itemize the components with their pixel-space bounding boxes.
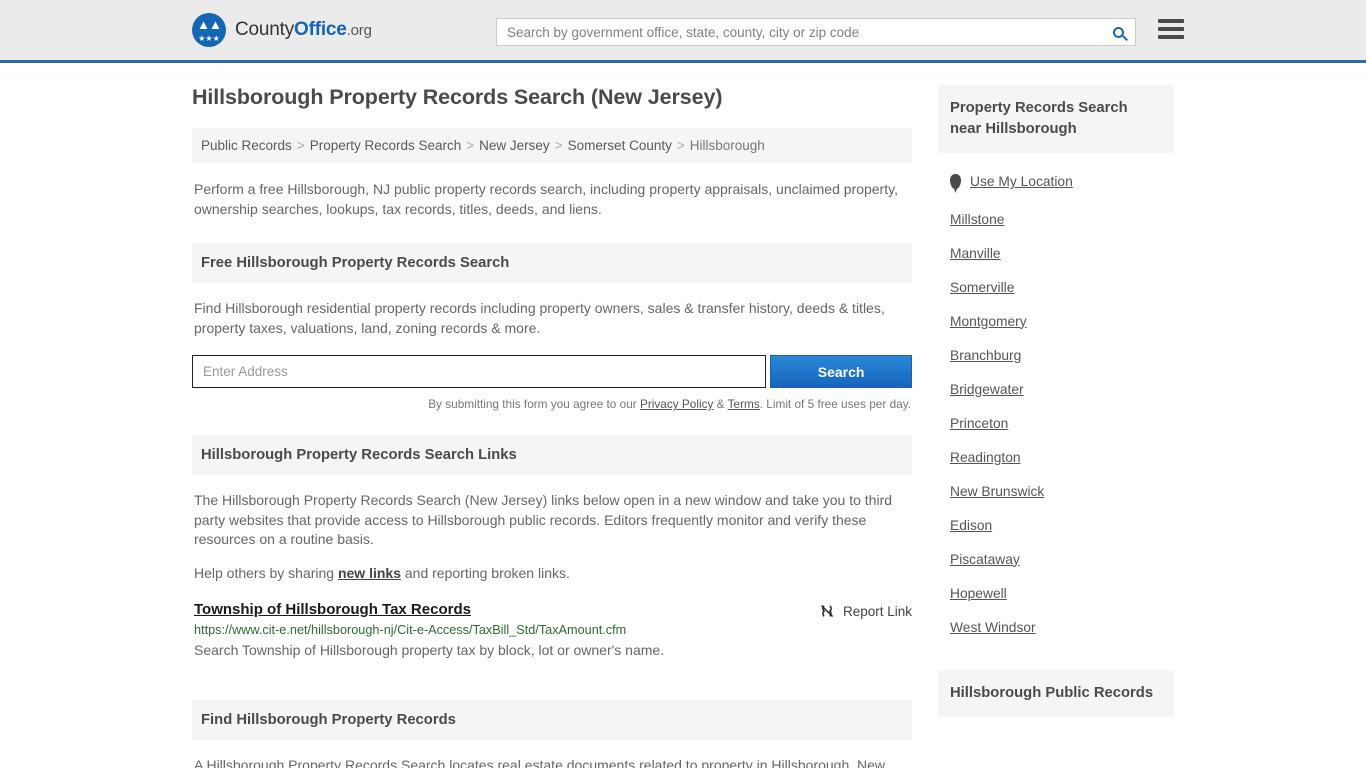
free-search-description: Find Hillsborough residential property r…	[194, 300, 885, 336]
find-records-heading: Find Hillsborough Property Records	[192, 700, 912, 740]
map-pin-icon	[950, 174, 961, 189]
sidebar: Property Records Search near Hillsboroug…	[938, 63, 1174, 768]
sidebar-item-hopewell[interactable]: Hopewell	[950, 576, 1162, 610]
sidebar-item-princeton[interactable]: Princeton	[950, 406, 1162, 440]
new-links-link[interactable]: new links	[338, 565, 401, 581]
address-search-button[interactable]: Search	[770, 355, 912, 388]
use-my-location-row[interactable]: Use My Location	[950, 174, 1162, 189]
page-body: Hillsborough Property Records Search (Ne…	[0, 63, 1366, 768]
sidebar-public-records-heading: Hillsborough Public Records	[938, 670, 1174, 717]
report-link-button[interactable]: Report Link	[819, 603, 912, 619]
breadcrumb-item-new-jersey[interactable]: New Jersey	[479, 138, 550, 153]
disclaimer-amp: &	[713, 397, 728, 411]
result-title-link[interactable]: Township of Hillsborough Tax Records	[194, 601, 471, 618]
result-description: Search Township of Hillsborough property…	[194, 642, 665, 658]
breadcrumb-separator: >	[676, 138, 685, 153]
hamburger-bar	[1158, 27, 1184, 31]
broken-link-icon	[819, 603, 835, 619]
terms-link[interactable]: Terms	[728, 397, 760, 411]
breadcrumb-item-property-records-search[interactable]: Property Records Search	[310, 138, 462, 153]
page-title: Hillsborough Property Records Search (Ne…	[192, 85, 723, 109]
breadcrumb-item-public-records[interactable]: Public Records	[201, 138, 292, 153]
sidebar-place-list: Use My Location Millstone Manville Somer…	[938, 174, 1174, 644]
logo-text: CountyOffice.org	[235, 19, 372, 41]
site-header: ▲▲ ★★★ CountyOffice.org	[0, 0, 1366, 63]
sidebar-item-readington[interactable]: Readington	[950, 440, 1162, 474]
breadcrumb-item-hillsborough: Hillsborough	[689, 138, 765, 153]
hamburger-bar	[1158, 19, 1184, 23]
search-links-heading: Hillsborough Property Records Search Lin…	[192, 435, 912, 475]
sidebar-nearby-heading: Property Records Search near Hillsboroug…	[938, 85, 1174, 153]
form-disclaimer: By submitting this form you agree to our…	[192, 397, 912, 411]
sidebar-item-edison[interactable]: Edison	[950, 508, 1162, 542]
search-icon	[1112, 26, 1124, 38]
eagle-seal-icon: ▲▲ ★★★	[192, 13, 226, 47]
disclaimer-post: . Limit of 5 free uses per day.	[759, 397, 911, 411]
hamburger-bar	[1158, 35, 1184, 39]
find-records-paragraph: A Hillsborough Property Records Search l…	[194, 757, 886, 768]
report-link-label: Report Link	[842, 603, 912, 619]
breadcrumb-item-somerset-county[interactable]: Somerset County	[568, 138, 672, 153]
breadcrumb: Public Records > Property Records Search > N…	[192, 128, 912, 163]
help-others-line: Help others by sharing new links and rep…	[192, 564, 912, 584]
result-url: https://www.cit-e.net/hillsborough-nj/Ci…	[194, 623, 627, 637]
breadcrumb-separator: >	[296, 138, 305, 153]
privacy-policy-link[interactable]: Privacy Policy	[640, 397, 713, 411]
sidebar-item-somerville[interactable]: Somerville	[950, 270, 1162, 304]
sidebar-item-millstone[interactable]: Millstone	[950, 202, 1162, 236]
search-input[interactable]	[497, 19, 1101, 45]
logo-text-part2: Office	[294, 19, 347, 40]
sidebar-item-new-brunswick[interactable]: New Brunswick	[950, 474, 1162, 508]
help-pre: Help others by sharing	[194, 564, 338, 581]
main-content: Hillsborough Property Records Search (Ne…	[192, 63, 912, 768]
search-links-paragraph: The Hillsborough Property Records Search…	[194, 492, 893, 547]
search-submit-button[interactable]	[1101, 19, 1135, 45]
address-search-form: Search	[192, 355, 912, 388]
address-input[interactable]	[192, 355, 767, 388]
sidebar-item-piscataway[interactable]: Piscataway	[950, 542, 1162, 576]
site-logo[interactable]: ▲▲ ★★★ CountyOffice.org	[192, 13, 372, 47]
sidebar-item-manville[interactable]: Manville	[950, 236, 1162, 270]
sidebar-item-bridgewater[interactable]: Bridgewater	[950, 372, 1162, 406]
logo-text-part3: .org	[346, 22, 372, 39]
help-post: and reporting broken links.	[401, 564, 570, 581]
sidebar-item-west-windsor[interactable]: West Windsor	[950, 610, 1162, 644]
breadcrumb-separator: >	[466, 138, 475, 153]
breadcrumb-separator: >	[554, 138, 563, 153]
use-my-location-link[interactable]: Use My Location	[970, 174, 1073, 189]
global-search-box[interactable]	[496, 18, 1136, 46]
intro-paragraph: Perform a free Hillsborough, NJ public p…	[194, 181, 898, 217]
disclaimer-pre: By submitting this form you agree to our	[428, 397, 640, 411]
sidebar-item-montgomery[interactable]: Montgomery	[950, 304, 1162, 338]
sidebar-item-branchburg[interactable]: Branchburg	[950, 338, 1162, 372]
logo-text-part1: County	[235, 19, 295, 40]
hamburger-menu-icon[interactable]	[1158, 19, 1184, 39]
link-result-item: Report Link Township of Hillsborough Tax…	[192, 601, 912, 660]
free-search-heading: Free Hillsborough Property Records Searc…	[192, 243, 912, 283]
